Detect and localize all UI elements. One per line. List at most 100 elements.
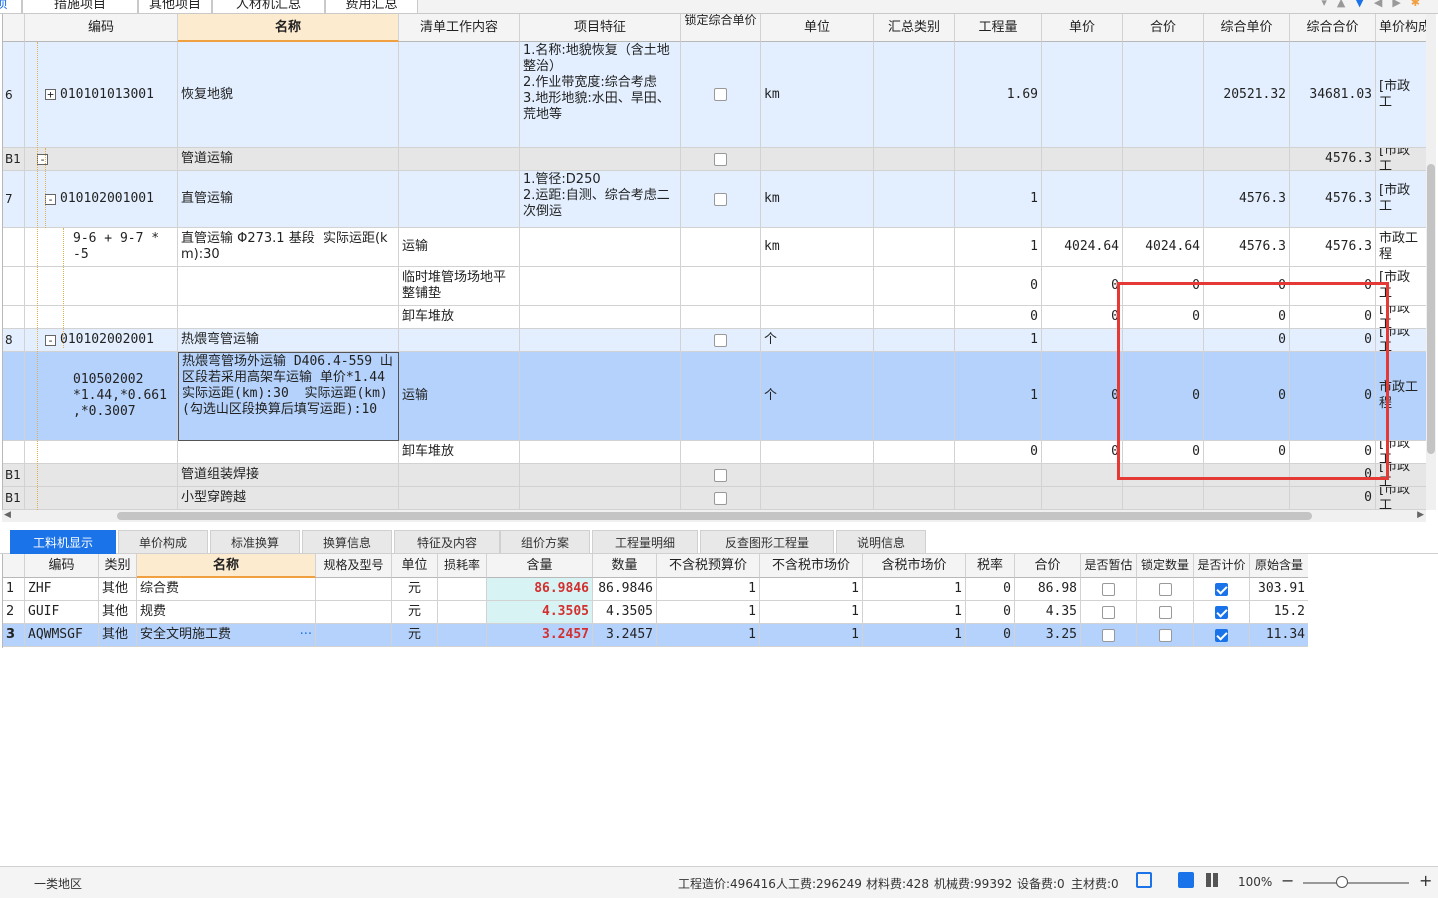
column-header[interactable]: 名称 bbox=[137, 554, 316, 578]
est-checkbox[interactable] bbox=[1102, 628, 1115, 642]
cell-unit[interactable]: km bbox=[761, 171, 874, 228]
cell-build[interactable]: [市政工 bbox=[1376, 171, 1426, 228]
cell-lockq[interactable] bbox=[1137, 624, 1194, 647]
expand-toggle-icon[interactable]: - bbox=[45, 193, 56, 205]
cell-unit[interactable]: km bbox=[761, 42, 874, 148]
cell-build[interactable]: [市政工 bbox=[1376, 306, 1426, 329]
cell-no[interactable]: 2 bbox=[3, 601, 25, 624]
column-header[interactable]: 不含税预算价 bbox=[657, 554, 760, 578]
cell-cprice[interactable]: 0 bbox=[1204, 329, 1290, 352]
cell-p3[interactable]: 1 bbox=[863, 601, 966, 624]
lock-price-checkbox[interactable] bbox=[714, 468, 727, 482]
lock-price-checkbox[interactable] bbox=[714, 491, 727, 505]
cell-total[interactable]: 0 bbox=[1123, 441, 1204, 464]
cell-work[interactable]: 临时堆管场场地平整铺垫 bbox=[399, 267, 520, 306]
cell-build[interactable]: [市政工 bbox=[1376, 42, 1426, 148]
detail-tab[interactable]: 工程量明细 bbox=[592, 530, 698, 554]
main-vertical-scrollbar[interactable] bbox=[1426, 14, 1436, 510]
cell-work[interactable]: 运输 bbox=[399, 352, 520, 441]
cell-lock[interactable] bbox=[681, 441, 761, 464]
column-header[interactable]: 锁定综合单价 bbox=[681, 14, 761, 42]
cell-spec[interactable] bbox=[316, 578, 392, 601]
column-header[interactable]: 数量 bbox=[593, 554, 657, 578]
cell-unit[interactable]: 元 bbox=[392, 624, 438, 647]
resource-row[interactable]: 2 GUIF 其他 规费 元 4.3505 4.3505 1 1 1 0 4.35 15.2 bbox=[3, 601, 1308, 624]
cell-lock[interactable] bbox=[681, 267, 761, 306]
cell-ctotal[interactable]: 0 bbox=[1290, 329, 1376, 352]
cell-cat[interactable] bbox=[874, 228, 955, 267]
cell-work[interactable] bbox=[399, 464, 520, 487]
column-header[interactable]: 编码 bbox=[25, 14, 178, 42]
cell-no[interactable] bbox=[3, 267, 25, 306]
column-header[interactable]: 单位 bbox=[761, 14, 874, 42]
cell-unit[interactable] bbox=[761, 441, 874, 464]
cell-qty[interactable]: 1 bbox=[955, 171, 1042, 228]
cell-name[interactable]: 综合费 bbox=[137, 578, 316, 601]
column-header[interactable]: 是否暂估 bbox=[1081, 554, 1137, 578]
cell-est[interactable] bbox=[1081, 578, 1137, 601]
bill-row[interactable]: 卸车堆放 0 0 0 0 0 [市政工 bbox=[3, 306, 1426, 329]
cell-name[interactable]: 规费 bbox=[137, 601, 316, 624]
cell-code[interactable]: -010102001001 bbox=[25, 171, 178, 228]
cell-price[interactable] bbox=[1042, 487, 1123, 510]
cell-tax[interactable]: 0 bbox=[966, 578, 1015, 601]
cell-name[interactable]: 小型穿跨越 bbox=[178, 487, 399, 510]
layout-toggle-icon[interactable] bbox=[1136, 872, 1152, 888]
cell-qty[interactable]: 1.69 bbox=[955, 42, 1042, 148]
cell-loss[interactable] bbox=[438, 624, 487, 647]
cell-amount[interactable]: 4.3505 bbox=[593, 601, 657, 624]
cell-qty[interactable]: 1 bbox=[955, 228, 1042, 267]
cell-ctotal[interactable]: 0 bbox=[1290, 487, 1376, 510]
cell-code[interactable] bbox=[25, 464, 178, 487]
cell-unit[interactable] bbox=[761, 306, 874, 329]
cell-cprice[interactable]: 0 bbox=[1204, 306, 1290, 329]
column-header[interactable]: 原始含量 bbox=[1250, 554, 1308, 578]
cell-code[interactable] bbox=[25, 487, 178, 510]
cell-total[interactable]: 3.25 bbox=[1015, 624, 1081, 647]
cell-unit[interactable] bbox=[761, 148, 874, 171]
cell-cat[interactable]: 其他 bbox=[99, 601, 137, 624]
cell-cat[interactable] bbox=[874, 487, 955, 510]
bill-row[interactable]: 临时堆管场场地平整铺垫 0 0 0 0 0 [市政工 bbox=[3, 267, 1426, 306]
cell-feature[interactable] bbox=[520, 464, 681, 487]
cell-no[interactable] bbox=[3, 441, 25, 464]
cell-ctotal[interactable]: 4576.3 bbox=[1290, 228, 1376, 267]
cell-unit[interactable]: 个 bbox=[761, 329, 874, 352]
cell-total[interactable] bbox=[1123, 148, 1204, 171]
cell-tax[interactable]: 0 bbox=[966, 624, 1015, 647]
cell-qty[interactable]: 0 bbox=[955, 441, 1042, 464]
horizontal-split-icon[interactable] bbox=[1178, 872, 1194, 888]
cell-cprice[interactable]: 0 bbox=[1204, 267, 1290, 306]
cell-build[interactable]: [市政工 bbox=[1376, 329, 1426, 352]
cell-price_on[interactable] bbox=[1194, 601, 1250, 624]
bill-row[interactable]: 7-010102001001 直管运输 1.管径:D250 2.运距:自测、综合考虑… bbox=[3, 171, 1426, 228]
cell-orig[interactable]: 15.2 bbox=[1250, 601, 1308, 624]
cell-p1[interactable]: 1 bbox=[657, 601, 760, 624]
cell-p2[interactable]: 1 bbox=[760, 624, 863, 647]
column-header[interactable]: 税率 bbox=[966, 554, 1015, 578]
lock-price-checkbox[interactable] bbox=[714, 88, 727, 101]
cell-name[interactable] bbox=[178, 267, 399, 306]
cell-code[interactable] bbox=[25, 267, 178, 306]
column-header[interactable]: 损耗率 bbox=[438, 554, 487, 578]
cell-total[interactable]: 0 bbox=[1123, 306, 1204, 329]
column-header[interactable]: 规格及型号 bbox=[316, 554, 392, 578]
vertical-split-icon[interactable] bbox=[1206, 873, 1218, 887]
cell-build[interactable]: 市政工程 bbox=[1376, 352, 1426, 441]
detail-tab[interactable]: 反查图形工程量 bbox=[700, 530, 834, 554]
lockq-checkbox[interactable] bbox=[1158, 582, 1172, 596]
bill-row[interactable]: 卸车堆放 0 0 0 0 0 [市政工 bbox=[3, 441, 1426, 464]
cell-name[interactable]: 直管运输 bbox=[178, 171, 399, 228]
price_on-checkbox[interactable] bbox=[1215, 582, 1228, 596]
column-header[interactable]: 合价 bbox=[1015, 554, 1081, 578]
cell-code[interactable]: - bbox=[25, 148, 178, 171]
cell-cprice[interactable]: 4576.3 bbox=[1204, 171, 1290, 228]
cell-unit[interactable] bbox=[761, 464, 874, 487]
cell-work[interactable]: 卸车堆放 bbox=[399, 441, 520, 464]
expand-toggle-icon[interactable]: + bbox=[45, 89, 56, 100]
cell-price[interactable]: 0 bbox=[1042, 267, 1123, 306]
cell-cat[interactable] bbox=[874, 329, 955, 352]
cell-name[interactable]: 安全文明施工费 ··· bbox=[137, 624, 316, 647]
cell-cprice[interactable] bbox=[1204, 464, 1290, 487]
scroll-right-icon[interactable]: ▶ bbox=[1417, 510, 1424, 520]
